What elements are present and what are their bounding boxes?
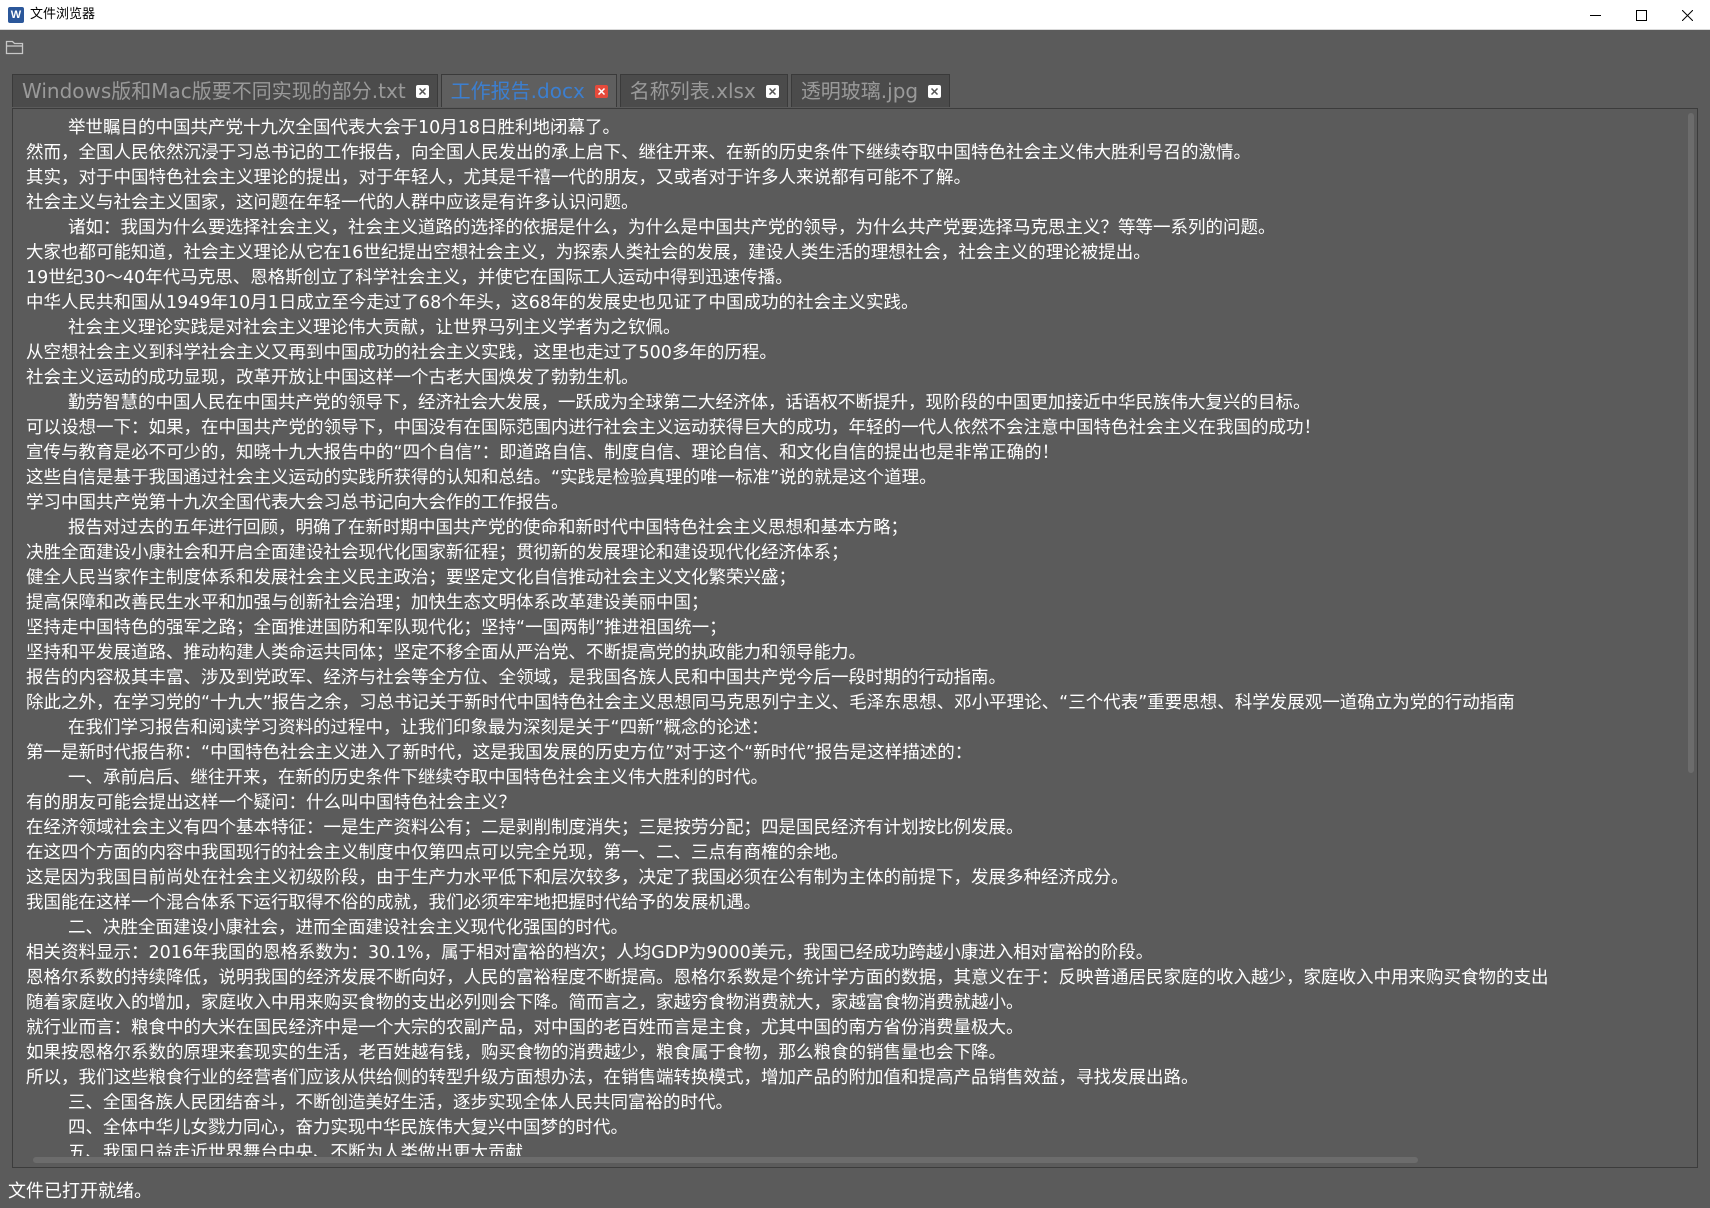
document-line: 社会主义运动的成功显现，改革开放让中国这样一个古老大国焕发了勃勃生机。 [26,368,639,388]
document-line: 恩格尔系数的持续降低，说明我国的经济发展不断向好，人民的富裕程度不断提高。恩格尔… [26,968,1549,988]
maximize-button[interactable] [1618,0,1664,30]
document-line: 坚持和平发展道路、推动构建人类命运共同体；坚定不移全面从严治党、不断提高党的执政… [26,643,866,663]
status-text: 文件已打开就绪。 [8,1181,152,1202]
folder-open-icon [5,40,24,55]
document-line: 健全人民当家作主制度体系和发展社会主义民主政治；要坚定文化自信推动社会主义文化繁… [26,568,796,588]
document-line: 其实，对于中国特色社会主义理论的提出，对于年轻人，尤其是千禧一代的朋友，又或者对… [26,168,971,188]
document-line: 这些自信是基于我国通过社会主义运动的实践所获得的认知和总结。“实践是检验真理的唯… [26,468,937,488]
document-line: 可以设想一下：如果，在中国共产党的领导下，中国没有在国际范围内进行社会主义运动获… [26,418,1321,438]
toolbar [0,31,1710,63]
tab-label: Windows版和Mac版要不同实现的部分.txt [22,78,406,103]
document-line: 在这四个方面的内容中我国现行的社会主义制度中仅第四点可以完全兑现，第一、二、三点… [26,843,849,863]
document-line: 宣传与教育是必不可少的，知晓十九大报告中的“四个自信”：即道路自信、制度自信、理… [26,443,1060,463]
tab-close-button[interactable] [594,84,608,98]
document-line: 除此之外，在学习党的“十九大”报告之余，习总书记关于新时代中国特色社会主义思想同… [26,693,1515,713]
document-line: 在我们学习报告和阅读学习资料的过程中，让我们印象最为深刻是关于“四新”概念的论述… [68,718,769,738]
document-line: 从空想社会主义到科学社会主义又再到中国成功的社会主义实践，这里也走过了500多年… [26,343,777,363]
close-icon [418,87,426,95]
tab-close-button[interactable] [765,84,779,98]
document-line: 决胜全面建设小康社会和开启全面建设社会现代化国家新征程；贯彻新的发展理论和建设现… [26,543,849,563]
word-app-icon: W [8,7,24,23]
document-line: 学习中国共产党第十九次全国代表大会习总书记向大会作的工作报告。 [26,493,569,513]
document-line: 社会主义与社会主义国家，这问题在年轻一代的人群中应该是有许多认识问题。 [26,193,639,213]
document-line: 中华人民共和国从1949年10月1日成立至今走过了68个年头，这68年的发展史也… [26,293,919,313]
tab-label: 透明玻璃.jpg [800,78,919,103]
tab-work-report-docx[interactable]: 工作报告.docx [440,74,617,107]
document-line: 有的朋友可能会提出这样一个疑问：什么叫中国特色社会主义？ [26,793,516,813]
vertical-scrollbar[interactable] [1684,109,1697,1167]
window-title: 文件浏览器 [30,7,96,22]
document-line: 一、承前启后、继往开来，在新的历史条件下继续夺取中国特色社会主义伟大胜利的时代。 [68,768,768,788]
close-icon [768,87,776,95]
document-line: 如果按恩格尔系数的原理来套现实的生活，老百姓越有钱，购买食物的消费越少，粮食属于… [26,1043,1006,1063]
document-line: 我国能在这样一个混合体系下运行取得不俗的成就，我们必须牢牢地把握时代给予的发展机… [26,893,761,913]
document-line: 这是因为我国目前尚处在社会主义初级阶段，由于生产力水平低下和层次较多，决定了我国… [26,868,1129,888]
document-line: 提高保障和改善民生水平和加强与创新社会治理；加快生态文明体系改革建设美丽中国； [26,593,709,613]
horizontal-scrollbar[interactable] [13,1153,1684,1167]
document-line: 19世纪30～40年代马克思、恩格斯创立了科学社会主义，并使它在国际工人运动中得… [26,268,793,288]
status-bar: 文件已打开就绪。 [0,1176,1710,1208]
document-line: 三、全国各族人民团结奋斗，不断创造美好生活，逐步实现全体人民共同富裕的时代。 [68,1093,733,1113]
tab-label: 工作报告.docx [450,78,585,103]
document-line: 四、全体中华儿女戮力同心，奋力实现中华民族伟大复兴中国梦的时代。 [68,1118,628,1138]
document-line: 举世瞩目的中国共产党十九次全国代表大会于10月18日胜利地闭幕了。 [68,118,621,138]
minimize-icon [1589,14,1601,16]
tab-glass-jpg[interactable]: 透明玻璃.jpg [790,74,951,107]
document-line: 报告的内容极其丰富、涉及到党政军、经济与社会等全方位、全领域，是我国各族人民和中… [26,668,1006,688]
document-line: 报告对过去的五年进行回顾，明确了在新时期中国共产党的使命和新时代中国特色社会主义… [68,518,908,538]
tab-close-button[interactable] [928,84,942,98]
document-line: 诸如：我国为什么要选择社会主义，社会主义道路的选择的依据是什么，为什么是中国共产… [68,218,1276,238]
document-line: 社会主义理论实践是对社会主义理论伟大贡献，让世界马列主义学者为之钦佩。 [68,318,681,338]
document-text[interactable]: 举世瞩目的中国共产党十九次全国代表大会于10月18日胜利地闭幕了。然而，全国人民… [26,116,1691,1156]
close-icon [597,87,605,95]
tab-bar: Windows版和Mac版要不同实现的部分.txt 工作报告.docx 名称列表… [12,74,951,108]
document-line: 在经济领域社会主义有四个基本特征：一是生产资料公有；二是剥削制度消失；三是按劳分… [26,818,1024,838]
tab-close-button[interactable] [415,84,429,98]
document-line: 相关资料显示：2016年我国的恩格系数为：30.1%，属于相对富裕的档次；人均G… [26,943,1154,963]
document-line: 二、决胜全面建设小康社会，进而全面建设社会主义现代化强国的时代。 [68,918,628,938]
document-line: 就行业而言：粮食中的大米在国民经济中是一个大宗的农副产品，对中国的老百姓而言是主… [26,1018,1024,1038]
title-bar: W 文件浏览器 [0,0,1710,30]
document-line: 第一是新时代报告称：“中国特色社会主义进入了新时代，这是我国发展的历史方位”对于… [26,743,973,763]
maximize-icon [1635,9,1647,21]
close-icon [931,87,939,95]
document-line: 大家也都可能知道，社会主义理论从它在16世纪提出空想社会主义，为探索人类社会的发… [26,243,1151,263]
document-line: 然而，全国人民依然沉浸于习总书记的工作报告，向全国人民发出的承上启下、继往开来、… [26,143,1251,163]
close-icon [1681,9,1693,21]
close-window-button[interactable] [1664,0,1710,30]
document-viewer[interactable]: 举世瞩目的中国共产党十九次全国代表大会于10月18日胜利地闭幕了。然而，全国人民… [12,108,1698,1168]
vertical-scroll-thumb[interactable] [1688,113,1694,773]
document-line: 所以，我们这些粮食行业的经营者们应该从供给侧的转型升级方面想办法，在销售端转换模… [26,1068,1199,1088]
tab-name-list-xlsx[interactable]: 名称列表.xlsx [619,74,788,107]
document-line: 随着家庭收入的增加，家庭收入中用来购买食物的支出必列则会下降。简而言之，家越穷食… [26,993,1024,1013]
minimize-button[interactable] [1572,0,1618,30]
horizontal-scroll-thumb[interactable] [33,1157,1418,1163]
tab-windows-mac-txt[interactable]: Windows版和Mac版要不同实现的部分.txt [12,74,438,107]
document-line: 勤劳智慧的中国人民在中国共产党的领导下，经济社会大发展，一跃成为全球第二大经济体… [68,393,1311,413]
document-line: 坚持走中国特色的强军之路；全面推进国防和军队现代化；坚持“一国两制”推进祖国统一… [26,618,727,638]
tab-label: 名称列表.xlsx [629,78,756,103]
open-file-button[interactable] [5,38,25,56]
